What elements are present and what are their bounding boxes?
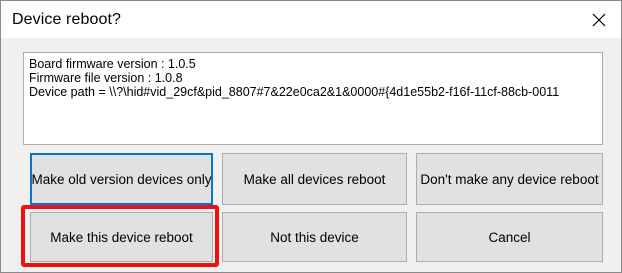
device-path-line: Device path = \\?\hid#vid_29cf&pid_8807#… [29,85,560,99]
all-devices-reboot-button[interactable]: Make all devices reboot [222,153,407,205]
no-device-reboot-button[interactable]: Don't make any device reboot [416,153,603,205]
close-button[interactable] [577,1,621,38]
board-firmware-line: Board firmware version : 1.0.5 [29,57,196,71]
reboot-dialog: Device reboot? Board firmware version : … [0,0,622,273]
close-icon [592,13,606,26]
dialog-title: Device reboot? [12,10,122,28]
title-bar: Device reboot? [1,1,621,38]
this-device-reboot-button[interactable]: Make this device reboot [30,212,213,262]
cancel-button[interactable]: Cancel [416,212,603,262]
device-info-textbox[interactable]: Board firmware version : 1.0.5 Firmware … [23,52,603,145]
not-this-device-button[interactable]: Not this device [222,212,407,262]
firmware-file-line: Firmware file version : 1.0.8 [29,71,183,85]
old-version-only-button[interactable]: Make old version devices only [30,153,213,205]
